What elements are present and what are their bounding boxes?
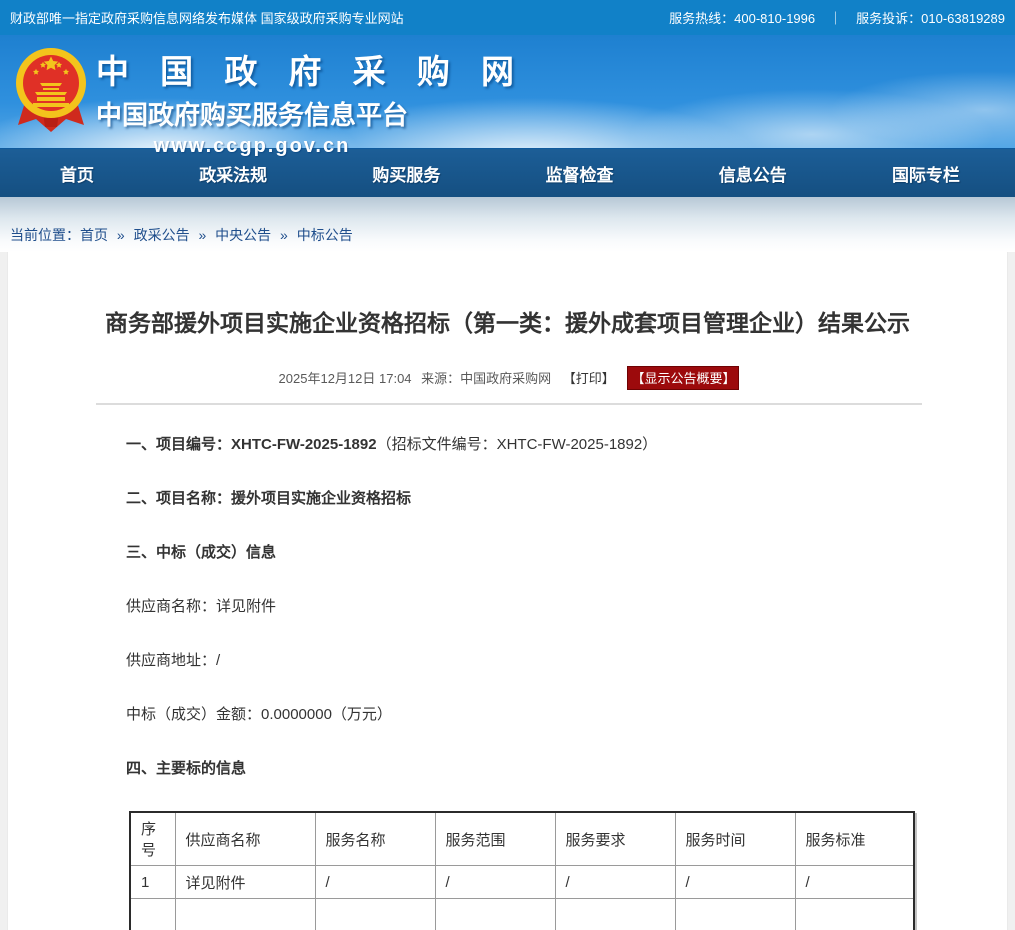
topbar-contacts: 服务热线：400-810-1996 ｜ 服务投诉：010-63819289 xyxy=(669,8,1005,27)
article-date: 2025年12月12日 17:04 xyxy=(279,371,412,386)
breadcrumb-prefix: 当前位置： xyxy=(10,227,80,243)
breadcrumb-award-notices[interactable]: 中标公告 xyxy=(297,227,353,243)
col-header-service-scope: 服务范围 xyxy=(435,812,555,866)
cell-service-time: / xyxy=(675,866,795,899)
site-header: 中 国 政 府 采 购 网 中国政府购买服务信息平台 www.ccgp.gov.… xyxy=(0,35,1015,148)
cell-service-name: / xyxy=(315,866,435,899)
breadcrumb-separator: » xyxy=(198,227,206,243)
breadcrumb-strip: 当前位置：首页 » 政采公告 » 中央公告 » 中标公告 xyxy=(0,197,1015,252)
col-header-service-name: 服务名称 xyxy=(315,812,435,866)
project-number-line: 一、项目编号：XHTC-FW-2025-1892（招标文件编号：XHTC-FW-… xyxy=(126,435,967,455)
table-row: 1 详见附件 / / / / / xyxy=(130,866,914,899)
topbar: 财政部唯一指定政府采购信息网络发布媒体 国家级政府采购专业网站 服务热线：400… xyxy=(0,0,1015,35)
cell-service-standard: / xyxy=(795,866,914,899)
service-hotline: 服务热线：400-810-1996 xyxy=(669,8,815,27)
cell-service-requirements: / xyxy=(555,866,675,899)
breadcrumb-procurement-notices[interactable]: 政采公告 xyxy=(134,227,190,243)
breadcrumb-central-notices[interactable]: 中央公告 xyxy=(215,227,271,243)
breadcrumb-separator: » xyxy=(280,227,288,243)
cell-service-requirements xyxy=(555,899,675,930)
project-number-bold: 一、项目编号：XHTC-FW-2025-1892 xyxy=(126,436,377,453)
show-summary-button[interactable]: 【显示公告概要】 xyxy=(627,366,739,390)
breadcrumb-separator: » xyxy=(117,227,125,243)
nav-item-international[interactable]: 国际专栏 xyxy=(892,161,960,186)
cell-service-standard xyxy=(795,899,914,930)
breadcrumb: 当前位置：首页 » 政采公告 » 中央公告 » 中标公告 xyxy=(10,227,353,243)
nav-item-home[interactable]: 首页 xyxy=(60,161,94,186)
site-logo[interactable]: 中 国 政 府 采 购 网 中国政府购买服务信息平台 www.ccgp.gov.… xyxy=(14,45,408,158)
article-body: 一、项目编号：XHTC-FW-2025-1892（招标文件编号：XHTC-FW-… xyxy=(8,405,1007,930)
main-items-heading: 四、主要标的信息 xyxy=(126,759,967,779)
project-number-rest: （招标文件编号：XHTC-FW-2025-1892） xyxy=(377,436,658,453)
table-header-row: 序号 供应商名称 服务名称 服务范围 服务要求 服务时间 服务标准 xyxy=(130,812,914,866)
site-title: 中 国 政 府 采 购 网 xyxy=(96,45,408,93)
cell-index: 1 xyxy=(130,866,175,899)
cell-service-scope xyxy=(435,899,555,930)
cell-supplier: 详见附件 xyxy=(175,866,315,899)
logo-text: 中 国 政 府 采 购 网 中国政府购买服务信息平台 www.ccgp.gov.… xyxy=(96,45,408,158)
print-button[interactable]: 【打印】 xyxy=(563,371,615,386)
article-title: 商务部援外项目实施企业资格招标（第一类：援外成套项目管理企业）结果公示 xyxy=(8,252,1007,338)
national-emblem-icon xyxy=(14,45,88,137)
supplier-name-line: 供应商名称：详见附件 xyxy=(126,597,967,617)
site-subtitle: 中国政府购买服务信息平台 xyxy=(96,95,408,132)
items-table: 序号 供应商名称 服务名称 服务范围 服务要求 服务时间 服务标准 1 详见附件… xyxy=(129,811,915,930)
project-name-line: 二、项目名称：援外项目实施企业资格招标 xyxy=(126,489,967,509)
cell-supplier xyxy=(175,899,315,930)
supplier-address-line: 供应商地址：/ xyxy=(126,651,967,671)
site-url: www.ccgp.gov.cn xyxy=(96,135,408,158)
topbar-slogan: 财政部唯一指定政府采购信息网络发布媒体 国家级政府采购专业网站 xyxy=(10,8,404,27)
cell-service-scope: / xyxy=(435,866,555,899)
service-complaint: 服务投诉：010-63819289 xyxy=(856,8,1005,27)
article-source: 来源：中国政府采购网 xyxy=(421,371,551,386)
col-header-service-time: 服务时间 xyxy=(675,812,795,866)
col-header-index: 序号 xyxy=(130,812,175,866)
article-meta: 2025年12月12日 17:04 来源：中国政府采购网 【打印】 【显示公告概… xyxy=(8,366,1007,390)
nav-item-purchase-services[interactable]: 购买服务 xyxy=(372,161,440,186)
nav-item-regulations[interactable]: 政采法规 xyxy=(199,161,267,186)
breadcrumb-home[interactable]: 首页 xyxy=(80,227,108,243)
cell-service-time xyxy=(675,899,795,930)
award-amount-line: 中标（成交）金额：0.0000000（万元） xyxy=(126,705,967,725)
cell-service-name xyxy=(315,899,435,930)
award-info-heading: 三、中标（成交）信息 xyxy=(126,543,967,563)
topbar-divider: ｜ xyxy=(829,8,842,27)
nav-item-announcements[interactable]: 信息公告 xyxy=(719,161,787,186)
col-header-service-requirements: 服务要求 xyxy=(555,812,675,866)
col-header-service-standard: 服务标准 xyxy=(795,812,914,866)
cell-index xyxy=(130,899,175,930)
nav-item-supervision[interactable]: 监督检查 xyxy=(546,161,614,186)
table-row-empty xyxy=(130,899,914,930)
col-header-supplier: 供应商名称 xyxy=(175,812,315,866)
article-container: 商务部援外项目实施企业资格招标（第一类：援外成套项目管理企业）结果公示 2025… xyxy=(7,252,1008,930)
